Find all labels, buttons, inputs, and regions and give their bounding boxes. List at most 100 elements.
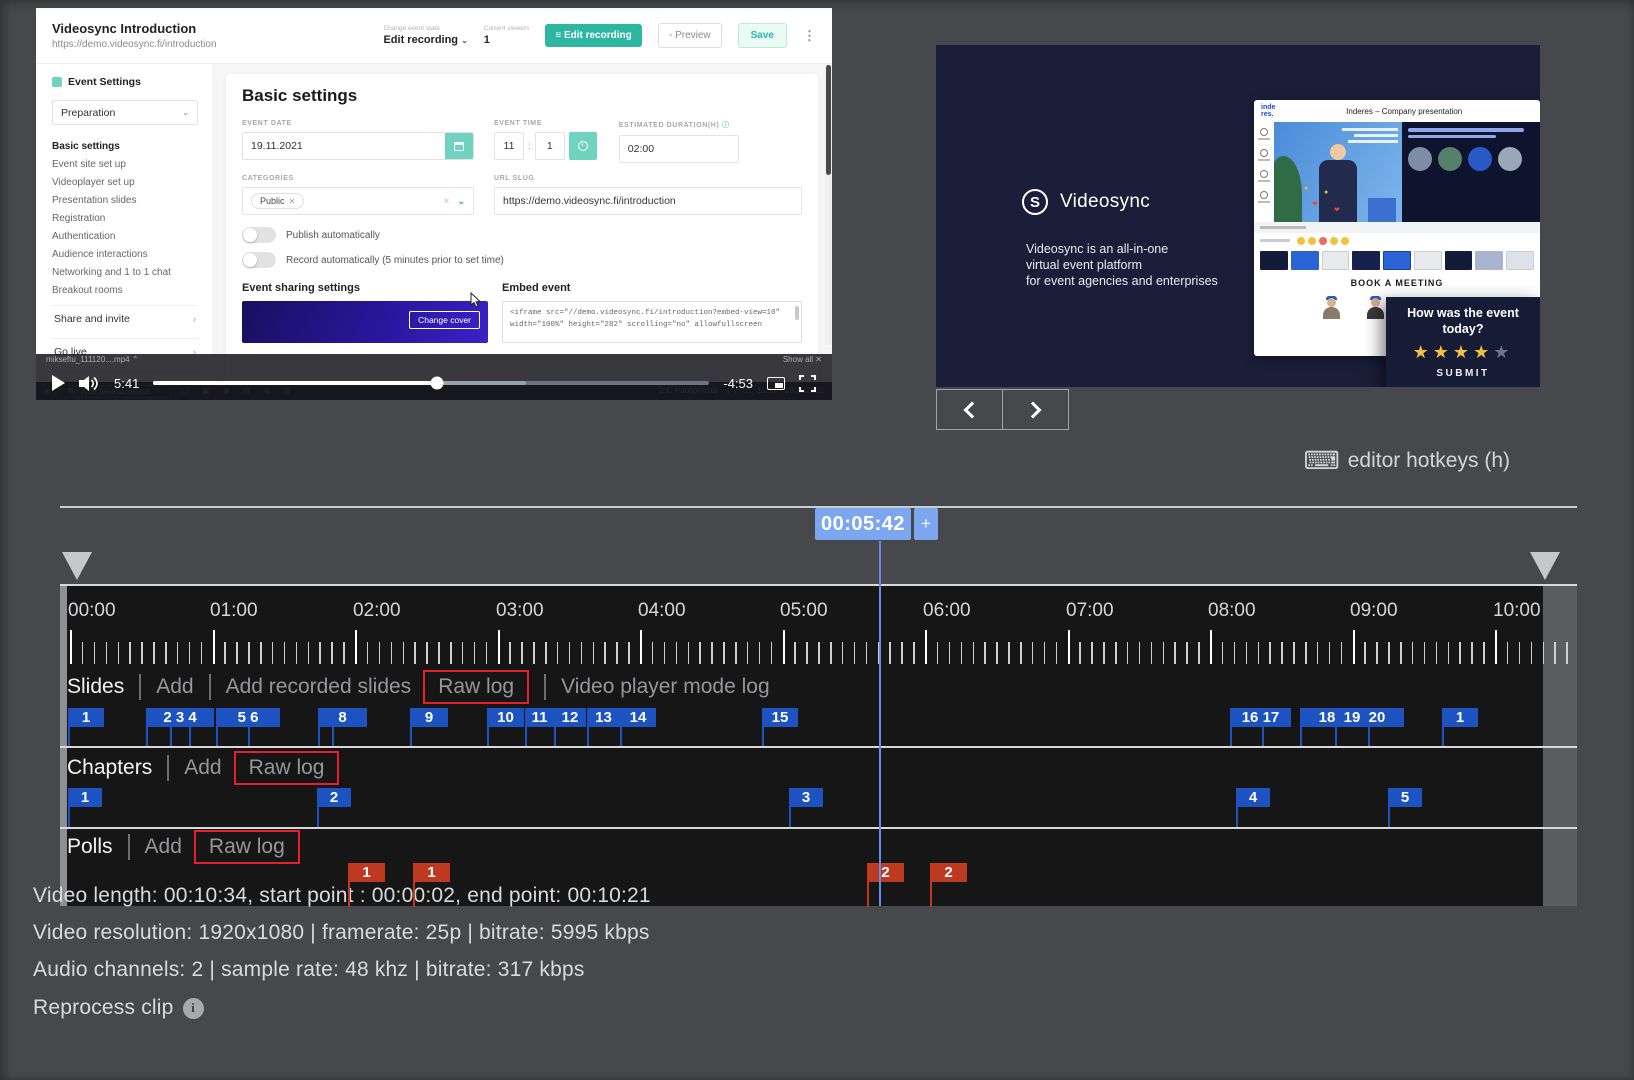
player-controls-bar[interactable]: mikseftu_111120....mp4 ⌃ Show all ✕ 5:41… (36, 354, 832, 400)
videosync-logo-icon: S (1022, 189, 1048, 215)
chapter-marker[interactable]: 2 (317, 788, 351, 807)
track-action-button[interactable]: Raw log (438, 675, 514, 699)
change-event-state: Change event state Edit recording ⌄ (383, 25, 467, 46)
chapter-marker[interactable]: 3 (789, 788, 823, 807)
embedded-video-area: ❤ ● ❤ ● (1274, 122, 1402, 222)
slide-marker[interactable]: 14 (620, 708, 656, 727)
poll-marker[interactable]: 2 (930, 863, 967, 882)
reprocess-clip-button[interactable]: Reprocess clip (33, 996, 174, 1020)
track-action-button[interactable]: Raw log (249, 756, 325, 780)
ruler-tick (1079, 642, 1081, 664)
slide-marker[interactable]: 1 (68, 708, 104, 727)
ruler-tick (1186, 642, 1188, 664)
embedded-icon-rail (1254, 122, 1274, 222)
timeline-editor[interactable]: 00:05:42 + 00:0001:0002:0003:0004:0005:0… (60, 506, 1577, 906)
slide-marker[interactable]: 5 6 (216, 708, 280, 727)
playhead-line[interactable] (879, 541, 881, 906)
keyboard-icon: ⌨ (1304, 446, 1340, 476)
slide-marker[interactable]: 2 3 4 (146, 708, 214, 727)
volume-icon[interactable] (79, 375, 100, 392)
ruler-tick (272, 642, 274, 664)
slide-marker[interactable]: 13 (587, 708, 620, 727)
emoji-reaction-icon: ● (1324, 189, 1328, 196)
slide-marker[interactable]: 1 (1442, 708, 1478, 727)
add-at-playhead-button[interactable]: + (914, 508, 938, 540)
ruler-tick (438, 642, 440, 664)
duration-field: 02:00 (619, 135, 739, 163)
ruler-tick (486, 642, 488, 664)
editor-hotkeys-toggle[interactable]: ⌨ editor hotkeys (h) (1304, 446, 1510, 476)
heart-reaction-icon: ❤ (1334, 206, 1340, 214)
sharing-heading: Event sharing settings (242, 282, 488, 294)
chapter-marker[interactable]: 5 (1388, 788, 1422, 807)
track-action-button[interactable]: Video player mode log (561, 675, 770, 699)
ruler-tick (1329, 642, 1331, 664)
poll-marker[interactable]: 1 (413, 863, 450, 882)
embed-scrollbar (795, 306, 799, 320)
slide-marker[interactable]: 15 (762, 708, 798, 727)
video-player[interactable]: Videosync Introduction https://demo.vide… (36, 8, 832, 400)
slide-marker-stem (620, 726, 622, 747)
ruler-tick (1151, 642, 1153, 664)
slide-marker[interactable]: 16 17 (1230, 708, 1291, 727)
next-slide-button[interactable] (1002, 389, 1069, 430)
slide-marker-stem (762, 726, 764, 747)
slide-marker-stem (1262, 726, 1264, 747)
mouse-cursor-icon (470, 292, 481, 308)
ruler-tick (213, 630, 215, 664)
event-time-minutes: 1 (535, 132, 565, 160)
star-icon: ★ (1413, 342, 1433, 362)
track-action-button[interactable]: Add recorded slides (226, 675, 412, 699)
progress-bar[interactable] (153, 381, 709, 385)
ruler-time-label: 10:00 (1493, 600, 1541, 622)
play-button[interactable] (52, 375, 65, 391)
slide-marker-stem (1442, 726, 1444, 747)
chapter-marker[interactable]: 1 (68, 788, 102, 807)
track-action-button[interactable]: Raw log (209, 835, 285, 859)
ruler-tick (1459, 642, 1461, 664)
slide-marker[interactable]: 11 (525, 708, 554, 727)
slide-marker[interactable]: 18 19 20 (1300, 708, 1404, 727)
previous-slide-button[interactable] (936, 389, 1003, 430)
ruler-tick (1020, 642, 1022, 664)
ruler-tick (818, 642, 820, 664)
ruler-tick (1471, 642, 1473, 664)
poll-marker[interactable]: 2 (867, 863, 904, 882)
slide-marker[interactable]: 12 (554, 708, 586, 727)
slide-marker[interactable]: 10 (487, 708, 524, 727)
track-action-button[interactable]: Add (156, 675, 193, 699)
track-action-button[interactable]: Add (145, 835, 182, 859)
fullscreen-icon[interactable] (799, 375, 816, 392)
ruler-time-label: 03:00 (496, 600, 544, 622)
picture-in-picture-icon[interactable] (767, 377, 785, 390)
event-date-field: 19.11.2021 (242, 132, 474, 160)
chevron-down-icon: ⌄ (461, 36, 468, 45)
ruler-tick (355, 630, 357, 664)
slide-navigation (936, 389, 1067, 430)
video-length-info: Video length: 00:10:34, start point : 00… (33, 884, 651, 908)
star-icon: ★ (1433, 342, 1453, 362)
ruler-tick (1554, 642, 1556, 664)
ruler-tick (545, 642, 547, 664)
ruler-tick (343, 642, 345, 664)
slide-marker[interactable]: 9 (410, 708, 448, 727)
start-point-handle[interactable] (62, 552, 92, 580)
ruler-tick (889, 642, 891, 664)
poll-marker[interactable]: 1 (348, 863, 385, 882)
chapter-marker[interactable]: 4 (1236, 788, 1270, 807)
slide-marker-stem (216, 726, 218, 747)
slide-marker-stem (1335, 726, 1337, 747)
track-action-button[interactable]: Add (184, 756, 221, 780)
slide-marker[interactable]: 8 (318, 708, 367, 727)
ruler-time-label: 00:00 (68, 600, 116, 622)
embedded-page-title: Inderes – Company presentation (1275, 107, 1533, 116)
event-settings-sidebar: Event Settings Preparation⌄ Basic settin… (36, 64, 212, 400)
info-icon[interactable]: i (183, 998, 204, 1019)
preview-button: ◦ Preview (658, 23, 722, 48)
progress-handle[interactable] (430, 377, 443, 390)
ruler-tick (1127, 642, 1129, 664)
ruler-tick (426, 642, 428, 664)
ruler-tick (604, 642, 606, 664)
url-slug-field: https://demo.videosync.fi/introduction (494, 187, 802, 215)
end-point-handle[interactable] (1530, 552, 1560, 580)
